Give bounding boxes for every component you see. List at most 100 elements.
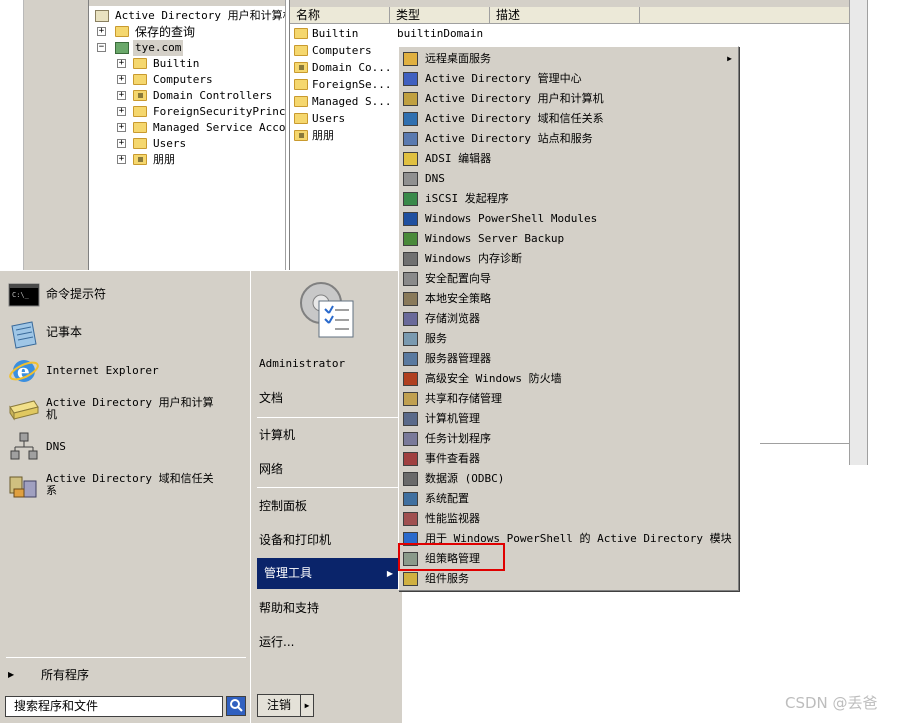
admin-tools-item-label: 服务 [425, 332, 447, 345]
column-header-type[interactable]: 类型 [390, 7, 490, 24]
admin-tools-item[interactable]: Active Directory 管理中心 [399, 69, 738, 89]
admin-tools-item[interactable]: Active Directory 域和信任关系 [399, 109, 738, 129]
svg-text:C:\_: C:\_ [12, 291, 30, 299]
tree-item-label: Managed Service Accour [153, 121, 286, 134]
ou-folder-icon [133, 154, 147, 165]
tree-item-label: 保存的查询 [135, 25, 196, 39]
logoff-button[interactable]: 注销 [257, 694, 301, 717]
search-input[interactable]: 搜索程序和文件 [5, 696, 223, 717]
folder-icon [294, 113, 308, 124]
pinned-notepad[interactable]: 记事本 [6, 318, 244, 350]
search-button[interactable] [226, 696, 246, 716]
pinned-label: DNS [46, 440, 66, 453]
admin-tools-item[interactable]: 系统配置 [399, 489, 738, 509]
admin-tools-item[interactable]: iSCSI 发起程序 [399, 189, 738, 209]
shutdown-options-button[interactable]: ▶ [301, 694, 314, 717]
user-name[interactable]: Administrator [259, 353, 399, 375]
pinned-cmd[interactable]: C:\_ 命令提示符 [6, 283, 244, 309]
triangle-right-icon: ▶ [386, 569, 393, 578]
backup-icon [403, 232, 418, 246]
triangle-right-icon: ▶ [727, 54, 732, 63]
aduc-tree-pane[interactable]: Active Directory 用户和计算机 + 保存的查询 − tye.co… [88, 0, 286, 270]
collapse-icon[interactable]: − [97, 43, 106, 52]
dns-icon [403, 172, 418, 186]
admin-tools-item[interactable]: Windows Server Backup [399, 229, 738, 249]
expand-icon[interactable]: + [117, 107, 126, 116]
devices-printers-link[interactable]: 设备和打印机 [259, 529, 399, 551]
folder-icon [403, 52, 418, 66]
powershell-icon [403, 212, 418, 226]
tree-item-label: ForeignSecurityPrincip [153, 105, 286, 118]
pinned-aduc[interactable]: Active Directory 用户和计算机 [6, 393, 244, 425]
admin-tools-item-label: iSCSI 发起程序 [425, 192, 509, 205]
expand-icon[interactable]: + [117, 75, 126, 84]
admin-tools-item[interactable]: Windows 内存诊断 [399, 249, 738, 269]
admin-tools-item[interactable]: 共享和存储管理 [399, 389, 738, 409]
admin-tools-item[interactable]: Active Directory 站点和服务 [399, 129, 738, 149]
admin-tools-menu-item[interactable]: 管理工具 ▶ [257, 558, 400, 589]
all-programs-label: 所有程序 [41, 668, 90, 682]
documents-link[interactable]: 文档 [259, 387, 399, 409]
adsi-icon [403, 152, 418, 166]
odbc-icon [403, 472, 418, 486]
help-support-link[interactable]: 帮助和支持 [259, 597, 399, 619]
pinned-ad-domains[interactable]: Active Directory 域和信任关系 [6, 469, 244, 501]
folder-icon [133, 122, 147, 133]
admin-tools-item[interactable]: 服务 [399, 329, 738, 349]
control-panel-link[interactable]: 控制面板 [259, 495, 399, 517]
separator [6, 657, 246, 658]
computer-link[interactable]: 计算机 [259, 424, 399, 446]
memory-icon [403, 252, 418, 266]
admin-tools-item[interactable]: 组件服务 [399, 569, 738, 589]
admin-tools-item[interactable]: 任务计划程序 [399, 429, 738, 449]
expand-icon[interactable]: + [117, 91, 126, 100]
all-programs-button[interactable]: ▶ 所有程序 [8, 664, 238, 686]
folder-icon [133, 138, 147, 149]
column-header-description[interactable]: 描述 [490, 7, 640, 24]
admin-tools-item[interactable]: 远程桌面服务 ▶ [399, 49, 738, 69]
admin-tools-item[interactable]: 本地安全策略 [399, 289, 738, 309]
share-icon [403, 392, 418, 406]
msconfig-icon [403, 492, 418, 506]
tree-item-label: Computers [153, 73, 213, 86]
dns-icon [10, 432, 38, 460]
admin-tools-item-label: Active Directory 用户和计算机 [425, 92, 604, 105]
ad-domains-icon [403, 112, 418, 126]
admin-tools-item[interactable]: 存储浏览器 [399, 309, 738, 329]
admin-tools-item[interactable]: 服务器管理器 [399, 349, 738, 369]
network-link[interactable]: 网络 [259, 458, 399, 480]
separator [257, 487, 399, 488]
background-window-edge [0, 0, 24, 270]
perfmon-icon [403, 512, 418, 526]
admin-tools-item[interactable]: 事件查看器 [399, 449, 738, 469]
vertical-scrollbar[interactable] [850, 0, 868, 465]
admin-tools-item[interactable]: 性能监视器 [399, 509, 738, 529]
list-pane-top [290, 0, 850, 7]
run-link[interactable]: 运行... [259, 631, 399, 653]
admin-tools-item[interactable]: 安全配置向导 [399, 269, 738, 289]
admin-tools-item-label: 服务器管理器 [425, 352, 491, 365]
admin-tools-item[interactable]: Active Directory 用户和计算机 [399, 89, 738, 109]
ad-domains-icon [9, 476, 37, 498]
expand-icon[interactable]: + [117, 155, 126, 164]
aduc-icon [9, 400, 39, 421]
expand-icon[interactable]: + [117, 139, 126, 148]
column-header-name[interactable]: 名称 [290, 7, 390, 24]
expand-icon[interactable]: + [117, 59, 126, 68]
pinned-dns[interactable]: DNS [6, 431, 244, 463]
expand-icon[interactable]: + [117, 123, 126, 132]
admin-tools-item[interactable]: 数据源 (ODBC) [399, 469, 738, 489]
folder-icon [294, 28, 308, 39]
pinned-ie[interactable]: e Internet Explorer [6, 355, 244, 387]
expand-icon[interactable]: + [97, 27, 106, 36]
tree-root-label: Active Directory 用户和计算机 [115, 9, 286, 22]
admin-tools-item-label: Windows Server Backup [425, 232, 565, 245]
admin-tools-item-label: 性能监视器 [425, 512, 480, 525]
admin-tools-item[interactable]: 高级安全 Windows 防火墙 [399, 369, 738, 389]
list-item-name: Builtin [312, 27, 359, 40]
admin-tools-item[interactable]: Windows PowerShell Modules [399, 209, 738, 229]
admin-tools-item[interactable]: 计算机管理 [399, 409, 738, 429]
admin-tools-item[interactable]: DNS [399, 169, 738, 189]
admin-tools-item-label: Windows 内存诊断 [425, 252, 522, 265]
admin-tools-item[interactable]: ADSI 编辑器 [399, 149, 738, 169]
